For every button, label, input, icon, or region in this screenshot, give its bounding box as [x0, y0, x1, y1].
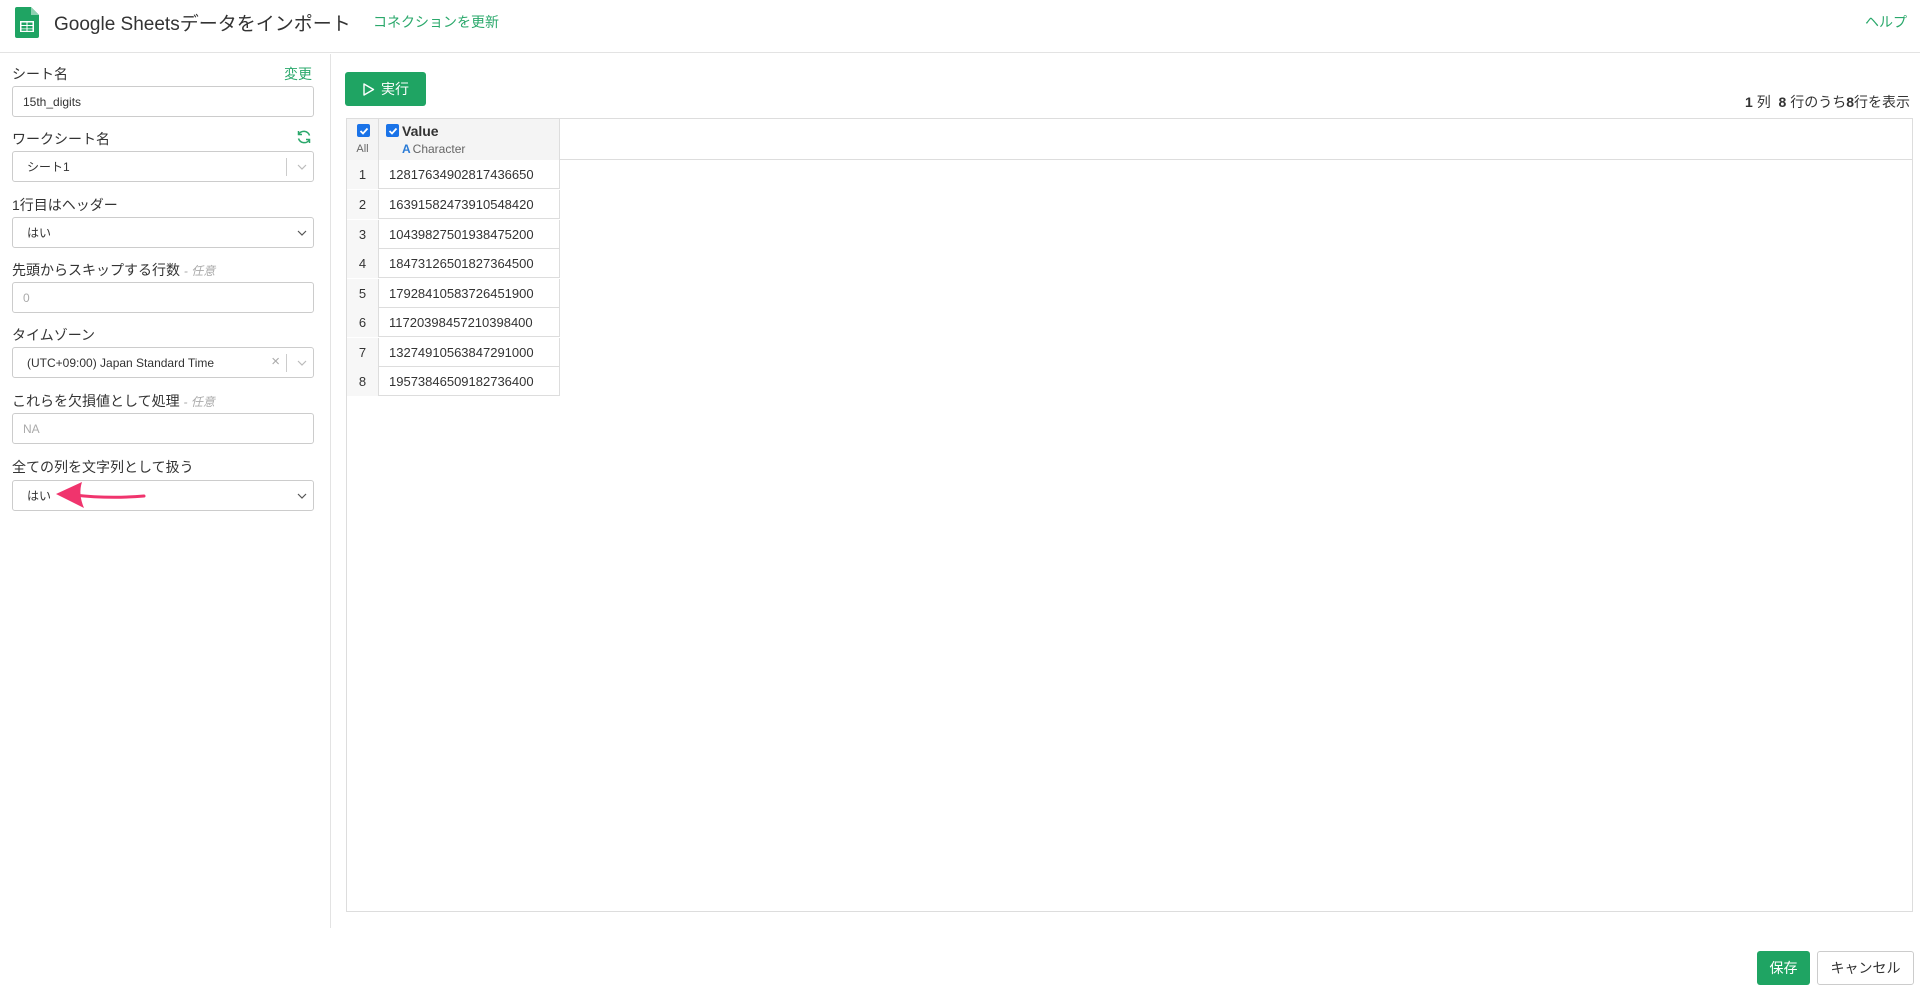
row-number: 2: [347, 190, 379, 219]
cell-value[interactable]: 19573846509182736400: [379, 367, 560, 396]
sheet-name-field[interactable]: 15th_digits: [12, 86, 314, 117]
sheet-name-label: シート名: [12, 66, 68, 82]
annotation-arrow-icon: [56, 482, 146, 508]
row-summary: 1 列 8 行のうち8行を表示: [1745, 94, 1910, 110]
optional-tag: - 任意: [183, 395, 215, 409]
column-header-value[interactable]: Value A Character: [379, 119, 560, 160]
row-number: 8: [347, 367, 379, 396]
table-row: 8 19573846509182736400: [347, 367, 560, 396]
cell-value[interactable]: 16391582473910548420: [379, 190, 560, 219]
header-row-select[interactable]: はい: [12, 217, 314, 248]
worksheet-name-label: ワークシート名: [12, 131, 110, 147]
timezone-select[interactable]: (UTC+09:00) Japan Standard Time ×: [12, 347, 314, 378]
play-icon: [363, 82, 375, 96]
all-as-string-select-value: はい: [27, 489, 52, 503]
header: Google Sheetsデータをインポート コネクションを更新 ヘルプ: [0, 0, 1920, 53]
header-row-select-value: はい: [27, 226, 52, 240]
table-row: 1 12817634902817436650: [347, 160, 560, 189]
chevron-down-icon: [297, 493, 307, 499]
worksheet-select-value: シート1: [27, 160, 70, 174]
all-as-string-label: 全ての列を文字列として扱う: [12, 459, 194, 475]
grid-header: All Value A Character: [347, 119, 1912, 160]
timezone-label: タイムゾーン: [12, 327, 96, 343]
timezone-select-value: (UTC+09:00) Japan Standard Time: [27, 355, 215, 370]
cell-value[interactable]: 17928410583726451900: [379, 279, 560, 308]
row-number: 5: [347, 279, 379, 308]
clear-icon[interactable]: ×: [271, 353, 280, 370]
change-sheet-link[interactable]: 変更: [284, 64, 312, 84]
select-all-column: All: [347, 119, 379, 160]
row-number: 1: [347, 160, 379, 189]
row-number: 4: [347, 249, 379, 278]
cell-value[interactable]: 18473126501827364500: [379, 249, 560, 278]
chevron-down-icon: [297, 230, 307, 236]
table-row: 5 17928410583726451900: [347, 279, 560, 308]
google-sheets-icon: [15, 7, 39, 38]
run-button[interactable]: 実行: [345, 72, 426, 106]
row-number: 3: [347, 220, 379, 249]
data-grid: All Value A Character 1 12817634902817436…: [346, 118, 1913, 912]
character-type-icon: A: [402, 142, 411, 156]
table-row: 6 11720398457210398400: [347, 308, 560, 337]
sidebar: シート名 変更 15th_digits ワークシート名 シート1 1行目はヘッダ…: [0, 54, 331, 928]
skip-rows-field[interactable]: 0: [12, 282, 314, 313]
table-row: 7 13274910563847291000: [347, 338, 560, 367]
na-values-field[interactable]: NA: [12, 413, 314, 444]
select-divider: [286, 158, 287, 176]
optional-tag: - 任意: [183, 264, 216, 278]
select-divider: [286, 354, 287, 372]
column-checkbox[interactable]: [386, 124, 399, 137]
checkmark-icon: [388, 127, 397, 135]
cell-value[interactable]: 13274910563847291000: [379, 338, 560, 367]
select-all-checkbox[interactable]: [357, 124, 370, 137]
checkmark-icon: [359, 127, 368, 135]
save-button[interactable]: 保存: [1757, 951, 1810, 985]
na-values-label: これらを欠損値として処理 - 任意: [12, 393, 215, 409]
column-name: Value: [402, 123, 439, 139]
cell-value[interactable]: 11720398457210398400: [379, 308, 560, 337]
run-button-label: 実行: [381, 81, 409, 97]
refresh-connection-link[interactable]: コネクションを更新: [373, 12, 499, 32]
row-number: 6: [347, 308, 379, 337]
table-row: 4 18473126501827364500: [347, 249, 560, 278]
table-row: 2 16391582473910548420: [347, 190, 560, 219]
table-row: 3 10439827501938475200: [347, 220, 560, 249]
all-label: All: [356, 143, 369, 155]
worksheet-select[interactable]: シート1: [12, 151, 314, 182]
page-title: Google Sheetsデータをインポート: [54, 14, 351, 35]
sync-icon[interactable]: [296, 129, 312, 145]
chevron-down-icon: [297, 360, 307, 366]
chevron-down-icon: [297, 164, 307, 170]
cell-value[interactable]: 12817634902817436650: [379, 160, 560, 189]
row-number: 7: [347, 338, 379, 367]
cancel-button[interactable]: キャンセル: [1817, 951, 1914, 985]
skip-rows-label: 先頭からスキップする行数 - 任意: [12, 262, 216, 278]
cell-value[interactable]: 10439827501938475200: [379, 220, 560, 249]
header-row-label: 1行目はヘッダー: [12, 197, 118, 213]
column-type: A Character: [402, 142, 466, 156]
help-link[interactable]: ヘルプ: [1865, 12, 1907, 32]
